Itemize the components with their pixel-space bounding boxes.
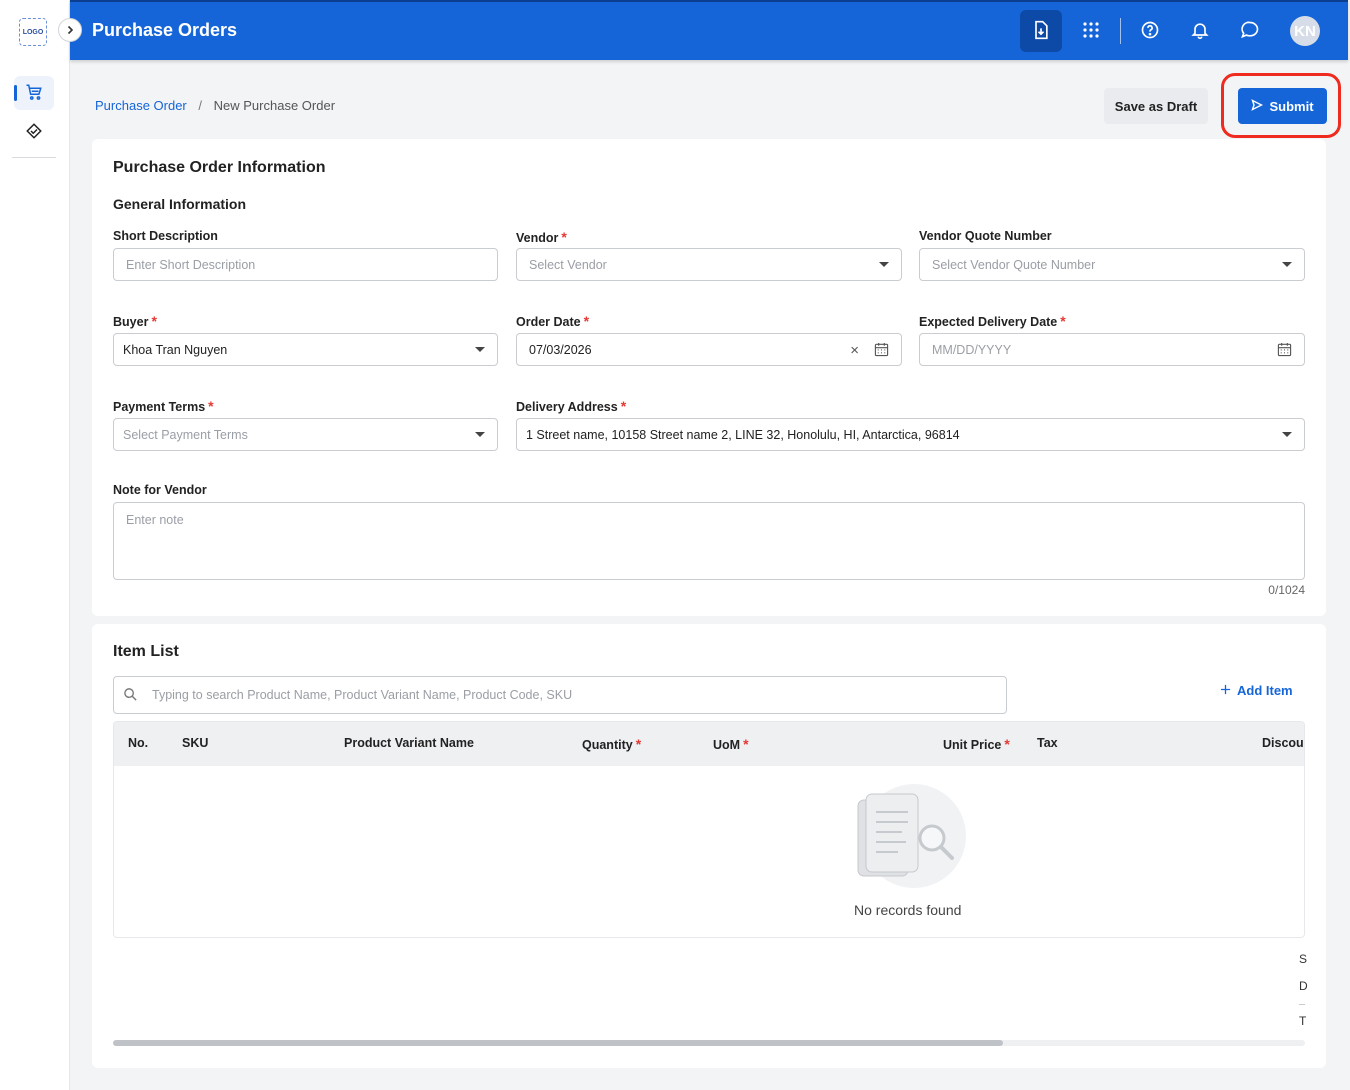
- summary-discount-label: D: [1299, 979, 1308, 993]
- submit-button[interactable]: Submit: [1238, 88, 1327, 124]
- expected-delivery-picker[interactable]: MM/DD/YYYY: [919, 333, 1305, 366]
- scrollbar-thumb[interactable]: [113, 1040, 1003, 1046]
- summary-subtotal-label: S: [1299, 952, 1308, 966]
- item-list-title: Item List: [113, 643, 179, 660]
- top-bar: Purchase Orders KN: [70, 0, 1348, 60]
- calendar-icon[interactable]: [874, 342, 889, 360]
- breadcrumb: Purchase Order / New Purchase Order: [95, 98, 335, 113]
- chevron-down-icon: [879, 262, 889, 267]
- file-download-icon: [1031, 20, 1051, 43]
- vendor-quote-label: Vendor Quote Number: [919, 229, 1052, 243]
- product-search-input[interactable]: Typing to search Product Name, Product V…: [113, 676, 1007, 714]
- vendor-select[interactable]: Select Vendor: [516, 248, 902, 281]
- add-item-button[interactable]: Add Item: [1220, 683, 1293, 698]
- delivery-address-select[interactable]: 1 Street name, 10158 Street name 2, LINE…: [516, 418, 1305, 451]
- sidebar: LOGO: [0, 0, 70, 1090]
- search-icon: [123, 687, 138, 705]
- delivery-address-label: Delivery Address *: [516, 398, 627, 414]
- help-button[interactable]: [1129, 10, 1171, 52]
- no-records-illustration-icon: [852, 778, 972, 891]
- character-counter: 0/1024: [1268, 583, 1305, 597]
- subsection-title: General Information: [113, 196, 247, 212]
- summary-total-label: T: [1299, 1014, 1307, 1028]
- breadcrumb-separator: /: [198, 98, 203, 113]
- bell-icon: [1190, 20, 1210, 43]
- save-draft-button[interactable]: Save as Draft: [1104, 88, 1208, 124]
- vendor-quote-select[interactable]: Select Vendor Quote Number: [919, 248, 1305, 281]
- header-divider: [1120, 18, 1121, 44]
- column-header-unit-price: Unit Price *: [943, 736, 1010, 752]
- column-header-quantity: Quantity *: [582, 736, 642, 752]
- breadcrumb-link-purchase-order[interactable]: Purchase Order: [95, 98, 187, 113]
- po-information-card: Purchase Order Information General Infor…: [92, 139, 1326, 616]
- column-header-sku: SKU: [182, 736, 209, 750]
- table-header: No. SKU Product Variant Name Quantity * U…: [114, 722, 1305, 766]
- sidebar-divider: [12, 157, 56, 158]
- plus-icon: [1220, 683, 1231, 698]
- calendar-icon[interactable]: [1277, 342, 1292, 360]
- payment-terms-label: Payment Terms *: [113, 398, 214, 414]
- no-records-text: No records found: [854, 902, 962, 918]
- payment-terms-select[interactable]: Select Payment Terms: [113, 418, 498, 451]
- short-description-input[interactable]: Enter Short Description: [113, 248, 498, 281]
- breadcrumb-current: New Purchase Order: [213, 98, 336, 113]
- submit-label: Submit: [1269, 98, 1314, 114]
- section-title: Purchase Order Information: [113, 159, 326, 176]
- order-date-picker[interactable]: 07/03/2026 ×: [516, 333, 902, 366]
- summary-divider: [1299, 1004, 1305, 1005]
- help-icon: [1140, 20, 1160, 43]
- avatar[interactable]: KN: [1290, 16, 1320, 46]
- column-header-uom: UoM *: [713, 736, 749, 752]
- chat-button[interactable]: [1229, 10, 1271, 52]
- sidebar-item-vendors[interactable]: [14, 115, 54, 149]
- shopping-cart-icon: [25, 83, 43, 104]
- empty-state: No records found: [114, 766, 1304, 937]
- order-date-label: Order Date *: [516, 313, 590, 329]
- column-header-tax: Tax: [1037, 736, 1058, 750]
- apps-grid-icon: [1082, 21, 1100, 42]
- chevron-down-icon: [475, 432, 485, 437]
- page-title: Purchase Orders: [92, 20, 238, 40]
- handshake-icon: [25, 122, 43, 143]
- chat-icon: [1240, 20, 1260, 43]
- vendor-label: Vendor *: [516, 229, 567, 245]
- sidebar-item-purchase[interactable]: [14, 76, 54, 110]
- horizontal-scrollbar[interactable]: [113, 1040, 1305, 1046]
- download-button[interactable]: [1020, 10, 1062, 52]
- buyer-select[interactable]: Khoa Tran Nguyen: [113, 333, 498, 366]
- chevron-down-icon: [475, 347, 485, 352]
- chevron-down-icon: [1282, 432, 1292, 437]
- note-label: Note for Vendor: [113, 483, 207, 497]
- logo: LOGO: [19, 18, 47, 46]
- items-table: No. SKU Product Variant Name Quantity * U…: [113, 721, 1305, 938]
- column-header-product-variant: Product Variant Name: [344, 736, 474, 750]
- buyer-label: Buyer *: [113, 313, 157, 329]
- apps-button[interactable]: [1070, 10, 1112, 52]
- note-textarea[interactable]: Enter note: [113, 502, 1305, 580]
- column-header-discount: Discour: [1262, 736, 1305, 750]
- send-icon: [1251, 98, 1264, 114]
- expected-delivery-label: Expected Delivery Date *: [919, 313, 1066, 329]
- sidebar-toggle-button[interactable]: [58, 18, 82, 42]
- short-description-label: Short Description: [113, 229, 218, 243]
- chevron-right-icon: [65, 23, 75, 38]
- chevron-down-icon: [1282, 262, 1292, 267]
- item-list-card: Item List Typing to search Product Name,…: [92, 624, 1326, 1068]
- clear-icon[interactable]: ×: [850, 342, 859, 359]
- column-header-no: No.: [128, 736, 149, 750]
- notifications-button[interactable]: [1179, 10, 1221, 52]
